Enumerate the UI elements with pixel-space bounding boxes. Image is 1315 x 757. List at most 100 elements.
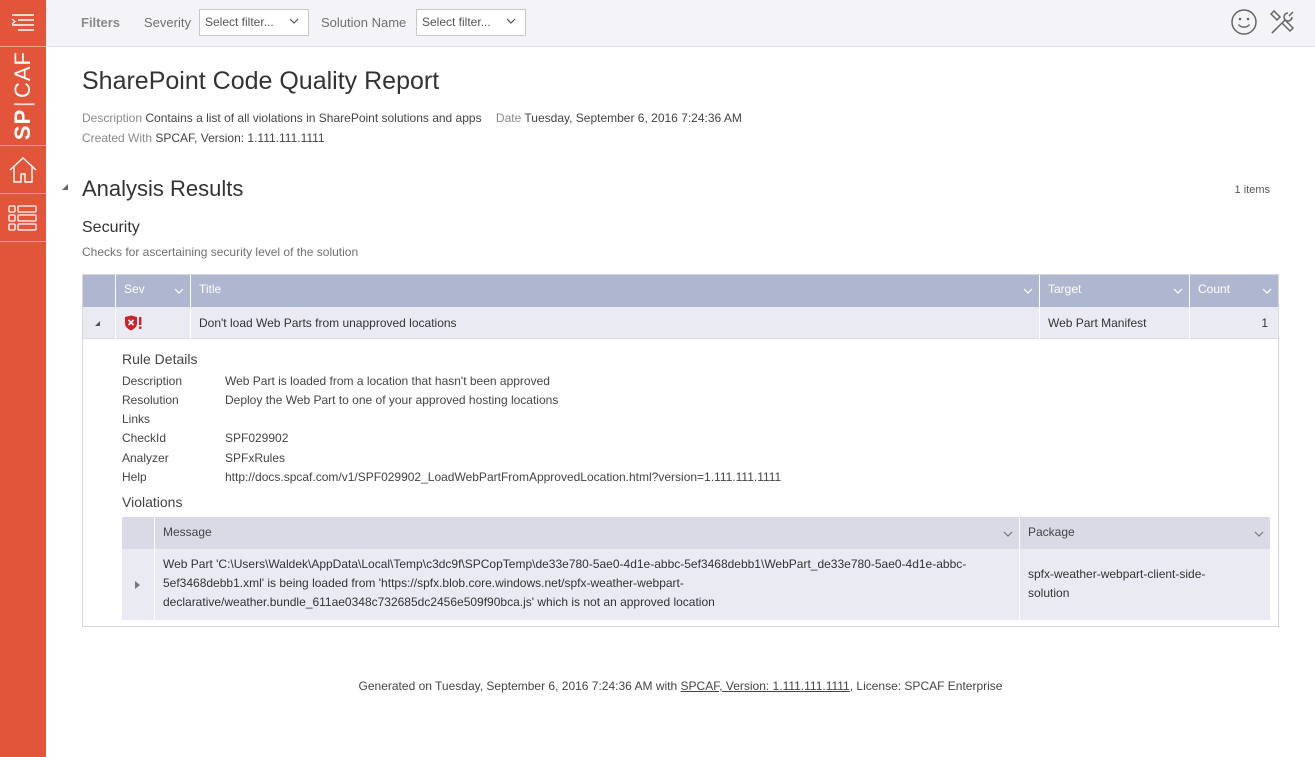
header-title-label: Title	[199, 282, 222, 296]
header-package-label: Package	[1028, 525, 1075, 539]
violations-table-header: Message Package	[122, 517, 1270, 549]
header-title[interactable]: Title	[191, 275, 1040, 307]
footer: Generated on Tuesday, September 6, 2016 …	[46, 679, 1315, 693]
header-target[interactable]: Target	[1040, 275, 1190, 307]
description-label: Description	[82, 111, 143, 125]
violation-package-cell: spfx-weather-webpart-client-side- soluti…	[1020, 549, 1270, 620]
rule-detail-description: Description Web Part is loaded from a loc…	[122, 374, 550, 388]
message-line: 5ef3468debb1.xml' is being loaded from '…	[163, 576, 684, 590]
row-severity-cell	[116, 307, 191, 339]
detail-value: SPFxRules	[225, 451, 286, 465]
row-count-cell: 1	[1261, 316, 1268, 330]
violation-expand-cell[interactable]	[122, 549, 155, 620]
home-icon	[9, 156, 37, 183]
severity-filter-select[interactable]: Select filter...	[199, 9, 309, 36]
solution-filter-placeholder: Select filter...	[422, 15, 491, 29]
rule-detail-help: Help http://docs.spcaf.com/v1/SPF029902_L…	[122, 470, 781, 484]
help-link[interactable]: http://docs.spcaf.com/v1/SPF029902_LoadW…	[225, 470, 781, 484]
filters-label: Filters	[81, 15, 121, 30]
table-row[interactable]: Don't load Web Parts from unapproved loc…	[83, 307, 1278, 339]
logo-text-bold: SP	[10, 109, 35, 141]
detail-key: Resolution	[122, 393, 179, 407]
chevron-down-icon	[1003, 531, 1013, 537]
expand-triangle-icon	[135, 581, 140, 589]
date-label: Date	[495, 111, 522, 125]
solution-name-filter-select[interactable]: Select filter...	[416, 9, 526, 36]
rule-details-title: Rule Details	[122, 351, 198, 367]
home-button[interactable]	[0, 146, 46, 194]
section-title: Analysis Results	[82, 176, 244, 201]
row-title-cell: Don't load Web Parts from unapproved loc…	[191, 307, 1040, 339]
violations-table: Message Package Web Part 'C:\Users\Walde…	[122, 517, 1270, 621]
detail-key: Help	[122, 470, 147, 484]
package-line: spfx-weather-webpart-client-side-	[1028, 567, 1206, 581]
header-count[interactable]: Count	[1190, 275, 1278, 307]
rule-detail-links: Links	[122, 412, 225, 426]
spcaf-logo: SP|CAF	[0, 47, 46, 146]
filter-bar: Filters Severity Select filter... Soluti…	[46, 0, 1315, 47]
created-with-label: Created With	[82, 131, 153, 145]
list-view-button[interactable]	[0, 194, 46, 242]
severity-filter-placeholder: Select filter...	[205, 15, 274, 29]
date-value: Tuesday, September 6, 2016 7:24:36 AM	[524, 111, 742, 125]
chevron-down-icon	[1173, 288, 1183, 294]
rule-detail-checkid: CheckId SPF029902	[122, 431, 288, 445]
description-value: Contains a list of all violations in Sha…	[145, 111, 482, 125]
logo-text-thin: CAF	[10, 51, 35, 99]
category-description: Checks for ascertaining security level o…	[82, 245, 359, 259]
chevron-down-icon	[1254, 531, 1264, 537]
chevron-down-icon	[506, 18, 516, 24]
footer-spcaf-link[interactable]: SPCAF, Version: 1.111.111.1111	[681, 679, 850, 693]
detail-value: Web Part is loaded from a location that …	[225, 374, 550, 388]
row-target-cell: Web Part Manifest	[1040, 307, 1190, 339]
violations-title: Violations	[122, 494, 183, 510]
hamburger-menu-icon	[11, 14, 34, 31]
results-table-header: Sev Title Target Count	[83, 275, 1278, 307]
rule-detail-resolution: Resolution Deploy the Web Part to one of …	[122, 393, 558, 407]
chevron-down-icon	[289, 18, 299, 24]
report-content: SharePoint Code Quality Report Descripti…	[46, 47, 1315, 757]
chevron-down-icon	[1023, 288, 1033, 294]
detail-key: Description	[122, 374, 183, 388]
violation-message-cell: Web Part 'C:\Users\Waldek\AppData\Local\…	[155, 549, 1020, 620]
results-table: Sev Title Target Count Don't load Web Pa…	[82, 274, 1279, 627]
footer-suffix: , License: SPCAF Enterprise	[849, 679, 1003, 693]
rule-detail-analyzer: Analyzer SPFxRules	[122, 451, 285, 465]
header-count-label: Count	[1198, 282, 1231, 296]
created-with-value: SPCAF, Version: 1.111.111.1111	[155, 131, 325, 145]
report-meta-line-1: Description Contains a list of all viola…	[82, 111, 742, 125]
page-title: SharePoint Code Quality Report	[82, 67, 440, 95]
critical-error-icon	[125, 315, 142, 331]
smiley-feedback-icon[interactable]	[1230, 8, 1258, 36]
header-target-label: Target	[1048, 282, 1082, 296]
header-sev[interactable]: Sev	[116, 275, 191, 307]
list-grid-icon	[8, 204, 37, 231]
items-count: 1 items	[1234, 184, 1270, 196]
header-sev-label: Sev	[124, 282, 145, 296]
footer-prefix: Generated on Tuesday, September 6, 2016 …	[358, 679, 681, 693]
left-rail: SP|CAF	[0, 0, 46, 757]
detail-value: Deploy the Web Part to one of your appro…	[225, 393, 559, 407]
message-line: declarative/weather.bundle_611ae0348c732…	[163, 595, 715, 609]
solution-name-label: Solution Name	[321, 15, 407, 30]
category-title: Security	[82, 219, 140, 236]
header-message[interactable]: Message	[155, 517, 1020, 549]
message-line: Web Part 'C:\Users\Waldek\AppData\Local\…	[163, 557, 967, 571]
menu-button[interactable]	[0, 0, 46, 47]
violations-header-expand-column	[122, 517, 155, 549]
row-collapse-caret-icon	[95, 321, 100, 326]
chevron-down-icon	[174, 288, 184, 294]
tools-icon[interactable]	[1268, 8, 1297, 37]
violation-row[interactable]: Web Part 'C:\Users\Waldek\AppData\Local\…	[122, 549, 1270, 620]
collapse-section-icon[interactable]	[62, 184, 68, 190]
detail-key: Links	[122, 412, 151, 426]
severity-label: Severity	[144, 15, 191, 30]
row-expand-cell[interactable]	[83, 307, 116, 339]
header-expand-column	[83, 275, 116, 307]
header-message-label: Message	[163, 525, 212, 539]
report-meta-line-2: Created With SPCAF, Version: 1.111.111.1…	[82, 131, 325, 145]
detail-key: Analyzer	[122, 451, 169, 465]
logo-separator: |	[10, 100, 35, 108]
detail-value: SPF029902	[225, 431, 289, 445]
header-package[interactable]: Package	[1020, 517, 1270, 549]
